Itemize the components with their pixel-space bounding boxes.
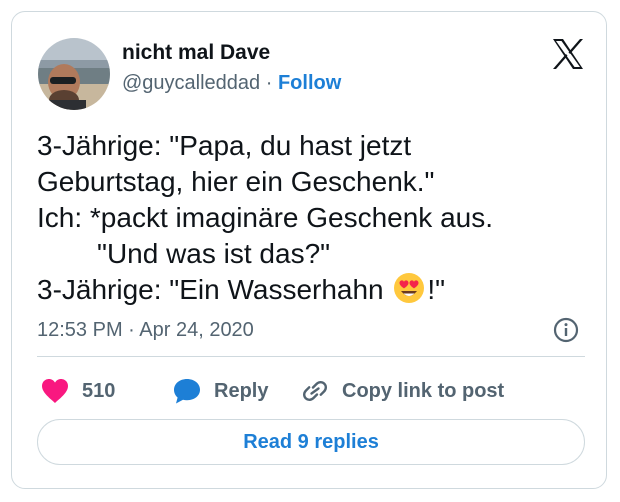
heart-eyes-emoji	[393, 272, 425, 304]
link-icon	[303, 381, 327, 401]
read-replies-button[interactable]: Read 9 replies	[37, 419, 585, 465]
tweet-line: 3-Jährige: "Papa, du hast jetzt	[37, 130, 412, 161]
like-count: 510	[82, 379, 116, 402]
read-replies-label: Read 9 replies	[243, 430, 379, 453]
like-button[interactable]: 510	[40, 376, 115, 406]
tweet-line: "Und was ist das?"	[97, 238, 331, 269]
copy-link-label: Copy link to post	[342, 379, 505, 402]
avatar[interactable]	[38, 38, 110, 110]
heart-icon	[42, 379, 68, 403]
reply-label: Reply	[214, 379, 269, 402]
info-icon[interactable]	[552, 316, 580, 344]
tweet-timestamp[interactable]: 12:53 PM · Apr 24, 2020	[37, 319, 254, 342]
divider	[37, 356, 585, 357]
tweet-text: 3-Jährige: "Papa, du hast jetzt Geburtst…	[37, 128, 597, 308]
author-display-name[interactable]: nicht mal Dave	[122, 41, 270, 65]
tweet-line: Ich: *packt imaginäre Geschenk aus.	[37, 202, 494, 233]
follow-link[interactable]: Follow	[278, 72, 341, 94]
tweet-line-text: 3-Jährige: "Ein Wasserhahn	[37, 274, 392, 305]
reply-bubble-icon	[174, 379, 200, 404]
tweet-line-last: 3-Jährige: "Ein Wasserhahn !"	[37, 272, 597, 308]
author-meta-row: @guycalleddad · Follow	[122, 72, 341, 95]
author-handle[interactable]: @guycalleddad	[122, 72, 260, 94]
separator-dot: ·	[260, 72, 278, 94]
tweet-card: nicht mal Dave @guycalleddad · Follow 3-…	[11, 11, 607, 489]
reply-button[interactable]: Reply	[172, 376, 268, 406]
tweet-line-end: !"	[427, 274, 446, 305]
tweet-line: Geburtstag, hier ein Geschenk."	[37, 166, 435, 197]
copy-link-button[interactable]: Copy link to post	[300, 376, 504, 406]
x-logo-icon[interactable]	[550, 36, 586, 72]
